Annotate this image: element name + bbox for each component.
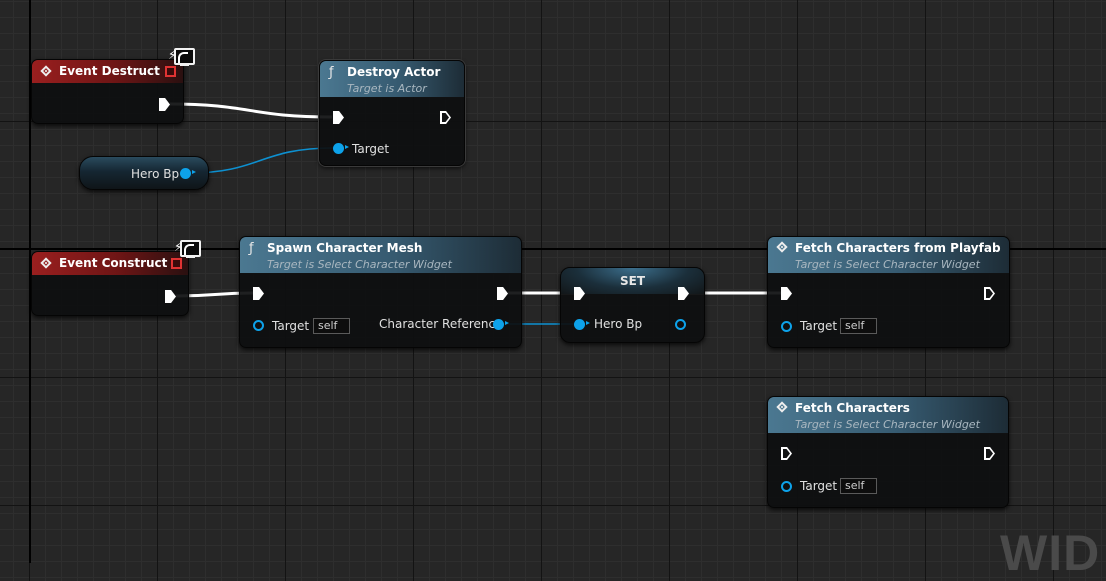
function-f-icon: ƒ [249,241,254,256]
exec-input-pin[interactable] [781,447,792,460]
event-destruct-header[interactable]: Event Destruct [32,60,183,83]
event-diamond-icon [776,241,788,253]
event-diamond-icon [40,257,52,269]
spawn-character-mesh-subtitle: Target is Select Character Widget [267,258,452,271]
event-diamond-icon [776,401,788,413]
client-monitor-icon [174,48,195,66]
fetch-characters-playfab-node[interactable]: Fetch Characters from Playfab Target is … [767,236,1010,348]
target-input-pin[interactable] [781,481,792,492]
target-label: Target [352,142,390,156]
event-destruct-node[interactable]: Event Destruct [31,59,184,124]
spawn-character-mesh-header[interactable]: ƒ Spawn Character Mesh Target is Select … [240,237,521,273]
spawn-character-mesh-node[interactable]: ƒ Spawn Character Mesh Target is Select … [239,236,522,348]
delegate-red-square-icon[interactable] [165,66,176,77]
destroy-actor-title: Destroy Actor [347,65,441,79]
exec-output-pin[interactable] [440,111,451,124]
client-monitor-icon [180,240,201,258]
exec-output-pin[interactable] [159,98,170,111]
object-wire-herobp-to-target[interactable] [188,147,334,174]
exec-output-pin[interactable] [165,290,176,303]
event-construct-title: Event Construct [59,256,168,270]
destroy-actor-subtitle: Target is Actor [347,82,427,95]
delegate-red-square-icon[interactable] [171,258,182,269]
set-hero-bp-node[interactable]: SET Hero Bp [560,267,705,343]
exec-output-pin[interactable] [984,287,995,300]
character-reference-label: Character Reference [379,317,503,331]
fetch-characters-playfab-header[interactable]: Fetch Characters from Playfab Target is … [768,237,1009,273]
function-f-icon: ƒ [329,65,334,80]
hero-bp-label: Hero Bp [131,167,180,181]
target-self-field[interactable]: self [840,478,877,494]
target-label: Target [800,479,838,493]
exec-input-pin[interactable] [333,111,344,124]
character-reference-output-pin[interactable] [493,319,509,330]
exec-wire-destruct-to-destroy[interactable] [169,102,333,119]
target-input-pin[interactable] [253,320,264,331]
hero-bp-variable-node[interactable]: Hero Bp [79,156,209,190]
fetch-characters-playfab-title: Fetch Characters from Playfab [795,241,1001,255]
exec-input-pin[interactable] [781,287,792,300]
target-input-pin[interactable] [781,321,792,332]
hero-bp-input-pin[interactable] [574,319,590,330]
target-label: Target [800,319,838,333]
target-self-field[interactable]: self [313,318,350,334]
event-construct-node[interactable]: Event Construct [31,251,189,316]
destroy-actor-node[interactable]: ƒ Destroy Actor Target is Actor Target [319,60,465,166]
fetch-characters-header[interactable]: Fetch Characters Target is Select Charac… [768,397,1008,433]
destroy-actor-header[interactable]: ƒ Destroy Actor Target is Actor [320,61,464,97]
fetch-characters-subtitle: Target is Select Character Widget [795,418,980,431]
event-construct-header[interactable]: Event Construct [32,252,188,275]
exec-output-pin[interactable] [497,287,508,300]
exec-output-pin[interactable] [984,447,995,460]
graph-type-watermark: WID [1000,525,1101,581]
event-diamond-icon [40,65,52,77]
event-destruct-title: Event Destruct [59,64,160,78]
exec-input-pin[interactable] [253,287,264,300]
hero-bp-output-pin[interactable] [180,168,196,179]
hero-bp-label: Hero Bp [594,317,643,331]
fetch-characters-node[interactable]: Fetch Characters Target is Select Charac… [767,396,1009,508]
spawn-character-mesh-title: Spawn Character Mesh [267,241,423,255]
target-self-field[interactable]: self [840,318,877,334]
fetch-characters-playfab-subtitle: Target is Select Character Widget [795,258,980,271]
target-input-pin[interactable] [333,143,349,154]
fetch-characters-title: Fetch Characters [795,401,910,415]
hero-bp-output-pin[interactable] [675,319,686,330]
target-label: Target [272,319,310,333]
